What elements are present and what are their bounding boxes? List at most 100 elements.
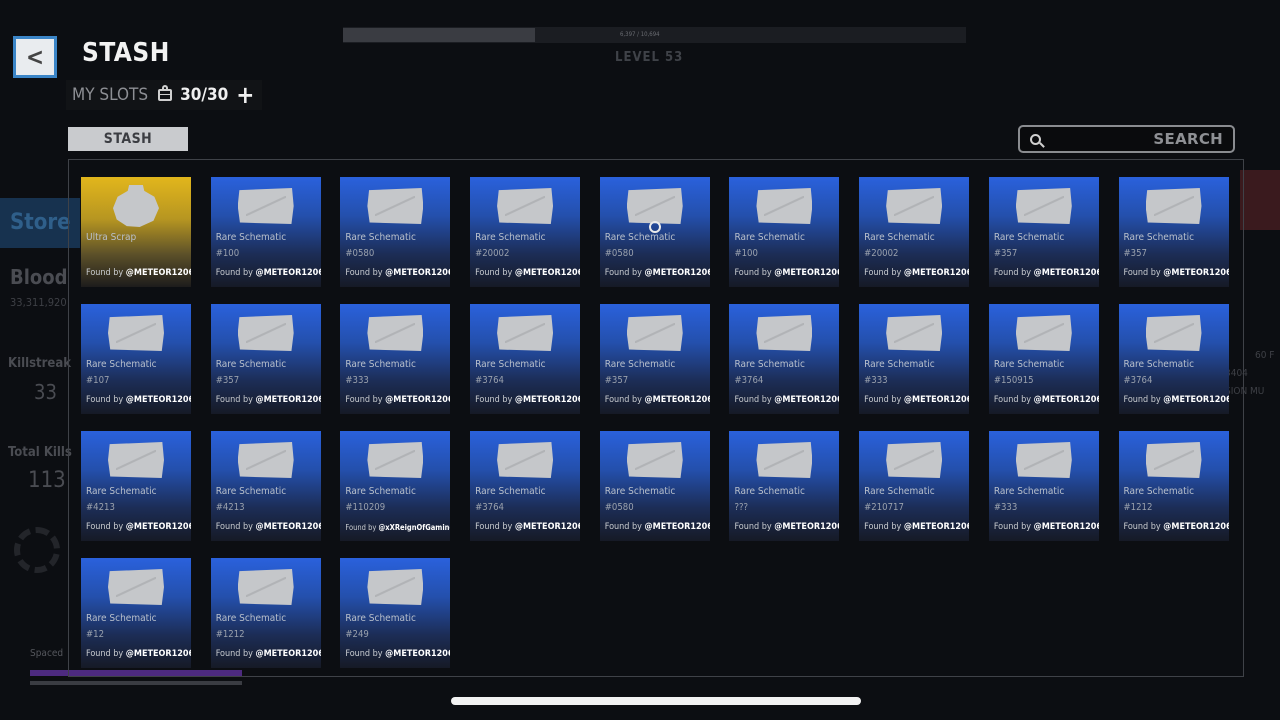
item-serial: #333 bbox=[864, 375, 888, 386]
finder-name: @METEOR120607 bbox=[125, 395, 191, 405]
home-indicator[interactable] bbox=[451, 697, 861, 705]
item-serial: #357 bbox=[993, 248, 1018, 259]
finder-name: @METEOR120607 bbox=[1033, 395, 1099, 405]
stash-item-card[interactable]: Rare Schematic #3764 Found by @METEOR12060… bbox=[470, 304, 581, 414]
back-button[interactable]: < bbox=[13, 36, 57, 78]
schematic-icon bbox=[886, 315, 943, 351]
item-found-by: Found by @METEOR120607 bbox=[734, 522, 839, 532]
stash-item-card[interactable]: Rare Schematic #1212 Found by @METEOR12060… bbox=[1118, 431, 1229, 541]
item-serial: #150915 bbox=[993, 375, 1034, 386]
stash-item-card[interactable]: Rare Schematic #249 Found by @METEOR120607 bbox=[340, 558, 451, 668]
finder-name: @METEOR120607 bbox=[1033, 268, 1099, 278]
stash-item-card[interactable]: Rare Schematic #4213 Found by @METEOR12060… bbox=[81, 431, 191, 541]
item-found-by: Found by @METEOR120607 bbox=[864, 522, 969, 532]
finder-name: @METEOR120607 bbox=[255, 268, 320, 278]
bg-store-label: Store bbox=[10, 210, 71, 235]
found-by-label: Found by bbox=[215, 649, 253, 659]
stash-item-card[interactable]: Rare Schematic #100 Found by @METEOR120607 bbox=[210, 177, 321, 287]
item-name: Rare Schematic bbox=[86, 486, 157, 497]
schematic-icon bbox=[367, 442, 424, 478]
item-serial: #357 bbox=[215, 375, 240, 386]
add-slot-button[interactable]: + bbox=[236, 83, 254, 107]
found-by-label: Found by bbox=[864, 268, 902, 278]
item-name: Rare Schematic bbox=[215, 359, 287, 370]
finder-name: @METEOR120607 bbox=[903, 395, 969, 405]
item-found-by: Found by @METEOR120607 bbox=[1124, 522, 1229, 532]
stash-item-card[interactable]: Rare Schematic #150915 Found by @METEOR120… bbox=[988, 304, 1099, 414]
found-by-label: Found by bbox=[86, 395, 124, 405]
tab-stash[interactable]: STASH bbox=[68, 127, 188, 151]
schematic-icon bbox=[886, 442, 943, 478]
item-name: Rare Schematic bbox=[1123, 486, 1195, 497]
found-by-label: Found by bbox=[1123, 522, 1161, 532]
stash-item-card[interactable]: Rare Schematic #12 Found by @METEOR120607 bbox=[81, 558, 191, 668]
item-found-by: Found by @METEOR120607 bbox=[475, 268, 580, 278]
item-serial: #20002 bbox=[864, 248, 899, 259]
stash-item-card[interactable]: Rare Schematic #3764 Found by @METEOR12060… bbox=[470, 431, 581, 541]
item-name: Rare Schematic bbox=[215, 232, 287, 243]
item-found-by: Found by @METEOR120607 bbox=[734, 395, 839, 405]
item-found-by: Found by @METEOR120607 bbox=[216, 395, 321, 405]
item-serial: #1212 bbox=[215, 629, 245, 640]
stash-item-card[interactable]: Rare Schematic??? Found by @METEOR120607 bbox=[729, 431, 840, 541]
found-by-label: Found by bbox=[215, 395, 253, 405]
stash-item-card[interactable]: Rare Schematic #3764 Found by @METEOR12060… bbox=[729, 304, 840, 414]
item-name: Rare Schematic bbox=[86, 613, 157, 624]
stash-item-card[interactable]: Rare Schematic #100 Found by @METEOR120607 bbox=[729, 177, 840, 287]
item-serial: #333 bbox=[345, 375, 369, 386]
bg-total-kills-value: 113 bbox=[28, 468, 66, 493]
item-serial: #3764 bbox=[475, 375, 504, 386]
item-serial: #3764 bbox=[734, 375, 764, 386]
item-found-by: Found by @METEOR120607 bbox=[1124, 268, 1229, 278]
stash-item-card[interactable]: Rare Schematic #333 Found by @METEOR120607 bbox=[859, 304, 970, 414]
item-serial: #357 bbox=[1123, 248, 1147, 259]
stash-item-card[interactable]: Rare Schematic #3764 Found by @METEOR12060… bbox=[1118, 304, 1229, 414]
found-by-label: Found by bbox=[734, 395, 772, 405]
stash-item-card[interactable]: Rare Schematic #20002 Found by @METEOR1206… bbox=[470, 177, 581, 287]
finder-name: @METEOR120607 bbox=[903, 268, 969, 278]
item-name: Rare Schematic bbox=[864, 359, 935, 370]
item-serial: #4213 bbox=[215, 502, 245, 513]
item-name: Rare Schematic bbox=[345, 613, 416, 624]
finder-name: @METEOR120607 bbox=[1163, 522, 1228, 532]
stash-item-card[interactable]: Rare Schematic #1212 Found by @METEOR12060… bbox=[210, 558, 321, 668]
item-serial: #12 bbox=[86, 629, 105, 640]
item-found-by: Found by @METEOR120607 bbox=[605, 522, 710, 532]
stash-item-card[interactable]: Rare Schematic #357 Found by @METEOR120607 bbox=[1118, 177, 1229, 287]
stash-item-card[interactable]: Rare Schematic #4213 Found by @METEOR12060… bbox=[210, 431, 321, 541]
finder-name: @METEOR120607 bbox=[903, 522, 969, 532]
item-found-by: Found by @xXReignOfGamingXx bbox=[345, 523, 450, 532]
bag-icon bbox=[158, 85, 173, 101]
stash-grid: Ultra ScrapFound by @METEOR120607Rare Sc… bbox=[81, 177, 1229, 668]
found-by-label: Found by bbox=[475, 268, 513, 278]
stash-item-card[interactable]: Rare Schematic #0580 Found by @METEOR12060… bbox=[340, 177, 451, 287]
item-name: Rare Schematic bbox=[734, 359, 805, 370]
stash-item-card[interactable]: Rare Schematic #357 Found by @METEOR120607 bbox=[599, 304, 710, 414]
item-name: Rare Schematic bbox=[864, 232, 935, 243]
item-name: Ultra Scrap bbox=[86, 232, 137, 243]
item-found-by: Found by @METEOR120607 bbox=[345, 395, 450, 405]
stash-item-card[interactable]: Ultra Scrap Found by @METEOR120607 bbox=[81, 177, 191, 287]
stash-item-card[interactable]: Rare Schematic #333 Found by @METEOR120607 bbox=[988, 431, 1099, 541]
stash-item-card[interactable]: Rare Schematic #0580 Found by @METEOR12060… bbox=[599, 431, 710, 541]
stash-item-card[interactable]: Rare Schematic #20002 Found by @METEOR1206… bbox=[859, 177, 970, 287]
item-name: Rare Schematic bbox=[215, 613, 287, 624]
search-box[interactable] bbox=[1018, 125, 1235, 153]
stash-item-card[interactable]: Rare Schematic #110209 Found by @xXReignOf… bbox=[340, 431, 451, 541]
stash-item-card[interactable]: Rare Schematic #357 Found by @METEOR120607 bbox=[988, 177, 1099, 287]
stash-item-card[interactable]: Rare Schematic #210717 Found by @METEOR120… bbox=[859, 431, 970, 541]
item-found-by: Found by @METEOR120607 bbox=[345, 268, 450, 278]
bg-killstreak-value: 33 bbox=[34, 380, 57, 404]
stash-item-card[interactable]: Rare Schematic #333 Found by @METEOR120607 bbox=[340, 304, 451, 414]
stash-panel: Ultra ScrapFound by @METEOR120607Rare Sc… bbox=[68, 159, 1244, 677]
item-serial: #4213 bbox=[86, 502, 115, 513]
stash-item-card[interactable]: Rare Schematic #357 Found by @METEOR120607 bbox=[210, 304, 321, 414]
finder-name: @METEOR120607 bbox=[774, 395, 839, 405]
search-input[interactable] bbox=[1051, 129, 1225, 149]
item-name: Rare Schematic bbox=[604, 232, 676, 243]
schematic-icon bbox=[626, 188, 683, 224]
item-found-by: Found by @METEOR120607 bbox=[605, 268, 710, 278]
item-name: Rare Schematic bbox=[475, 359, 546, 370]
schematic-icon bbox=[367, 188, 424, 224]
stash-item-card[interactable]: Rare Schematic #107 Found by @METEOR120607 bbox=[81, 304, 191, 414]
